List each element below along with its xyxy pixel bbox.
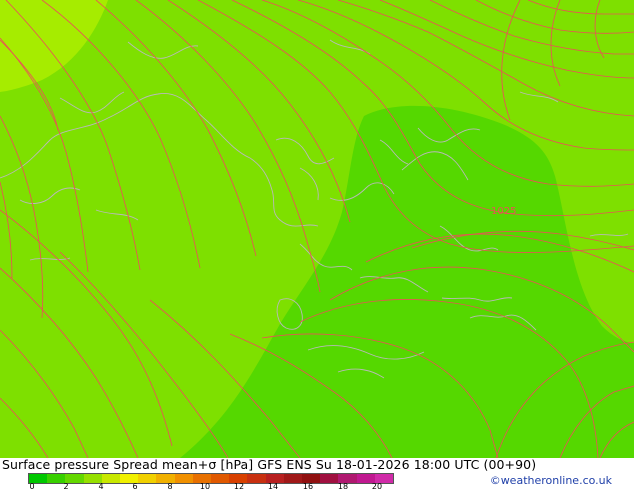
map-title: Surface pressure Spread mean+σ [hPa] GFS… [2,457,537,472]
color-scale-swatch [211,474,230,483]
weather-map-figure: 1025 Surface pressure Spread mean+σ [hPa… [0,0,634,491]
color-scale-swatch [247,474,266,483]
footer-bar: Surface pressure Spread mean+σ [hPa] GFS… [0,457,634,491]
color-scale-swatch [320,474,339,483]
map-canvas: 1025 [0,0,634,458]
isobar-label-1025: 1025 [491,206,516,217]
color-scale-swatch [174,474,193,483]
color-scale-swatch [101,474,121,483]
color-scale-swatch [283,474,303,483]
credit-link[interactable]: ©weatheronline.co.uk [490,475,612,487]
color-scale-swatch [138,474,157,483]
